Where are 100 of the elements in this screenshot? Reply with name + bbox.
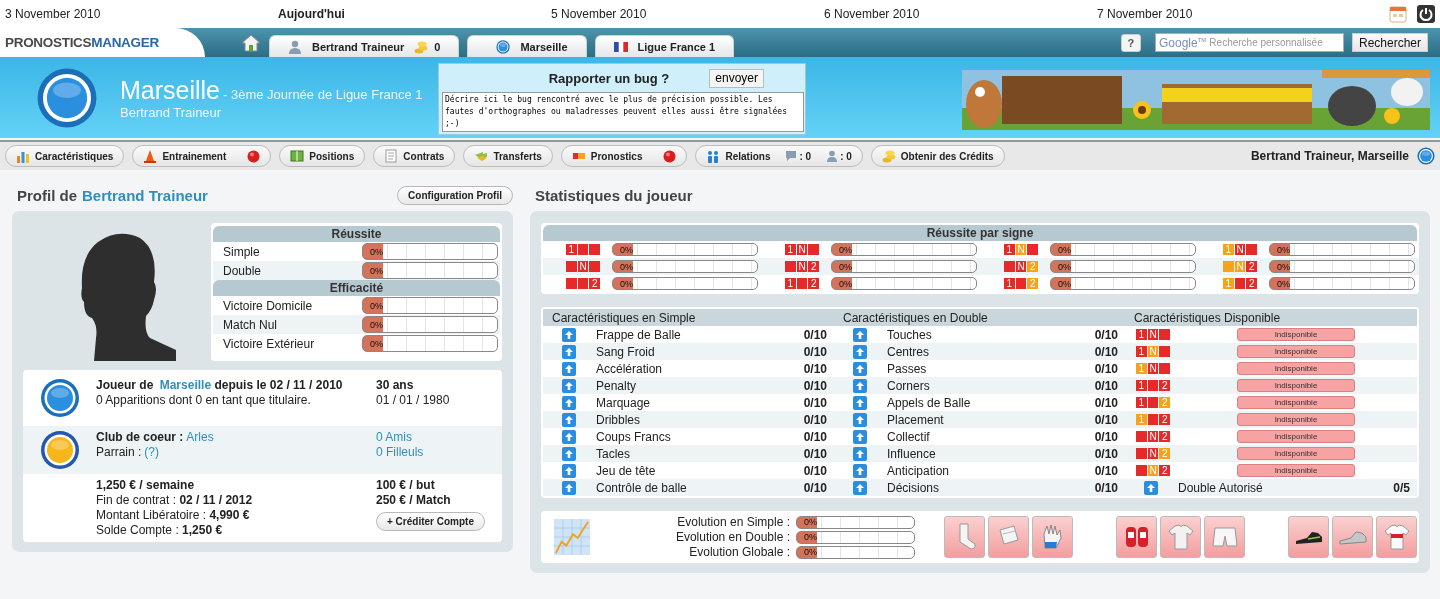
nav-tab[interactable]: Ligue France 1 (594, 35, 735, 57)
sign-cell: 2 (1027, 278, 1038, 289)
arrow-up-icon[interactable] (562, 480, 576, 495)
arrow-up-icon[interactable] (853, 395, 867, 410)
arrow-up-icon[interactable] (562, 463, 576, 478)
arrow-up-icon[interactable] (853, 327, 867, 342)
send-button[interactable]: envoyer (709, 68, 764, 88)
sign-cell: 1 (1223, 278, 1234, 289)
arrow-up-icon[interactable] (853, 361, 867, 376)
arrow-up-icon[interactable] (562, 395, 576, 410)
sign-cell: N (1147, 329, 1159, 340)
characteristic-value: 0/10 (803, 344, 827, 359)
characteristic-name: Touches (887, 327, 933, 342)
field-icon (290, 149, 305, 163)
percent-label: 0% (1277, 245, 1290, 254)
arrow-up-icon[interactable] (1144, 480, 1158, 495)
toolbar-button[interactable]: Entrainement (132, 145, 272, 167)
config-button[interactable]: Configuration Profil (397, 185, 513, 205)
profile-title: Profil de (17, 186, 77, 204)
equipment-slot[interactable] (1288, 516, 1329, 558)
evolution-label: Evolution en Double : (675, 530, 790, 544)
rating-label: Double (223, 263, 262, 278)
bug-report-title: Rapporter un bug ? (548, 70, 670, 86)
sign-cell: N (577, 261, 589, 272)
characteristic-name: Double Autorisé (1178, 480, 1264, 495)
arrow-up-icon[interactable] (562, 429, 576, 444)
nav-tab[interactable]: Bertrand Traineur 0 (269, 35, 460, 57)
characteristic-value: 0/10 (1094, 463, 1118, 478)
equipment-slot[interactable] (1116, 516, 1157, 558)
percent-label: 0% (804, 547, 817, 557)
date-label[interactable]: 5 November 2010 (551, 7, 647, 21)
arrow-up-icon[interactable] (562, 412, 576, 427)
toolbar-button[interactable]: Positions (279, 145, 366, 167)
arrow-up-icon[interactable] (853, 446, 867, 461)
search-button[interactable]: Rechercher (1351, 33, 1428, 52)
toolbar-button[interactable]: Relations : 0 : 0 (695, 145, 863, 167)
search-box[interactable]: Google$^{TM}$ Recherche personnalisée (1154, 33, 1344, 52)
badge-icon (496, 39, 511, 54)
arrow-up-icon[interactable] (853, 378, 867, 393)
characteristic-value: 0/10 (1094, 395, 1118, 410)
calendar-icon[interactable] (1389, 5, 1407, 23)
arrow-up-icon[interactable] (562, 344, 576, 359)
power-icon[interactable] (1417, 5, 1435, 23)
toolbar-button[interactable]: Pronostics (560, 145, 688, 167)
rating-label: Simple (223, 244, 260, 259)
evolution-label: Evolution en Simple : (677, 515, 790, 529)
home-icon[interactable] (241, 32, 261, 53)
percent-label: 0% (804, 517, 817, 527)
equipment-slot[interactable] (1376, 516, 1417, 558)
characteristic-name: Coups Francs (596, 429, 672, 444)
column-header: Caractéristiques Disponible (1125, 309, 1417, 326)
sign-cell: 1 (785, 244, 796, 255)
characteristic-value: 0/10 (1094, 412, 1118, 427)
sign-cell: 2 (1159, 414, 1170, 425)
characteristic-name: Anticipation (887, 463, 951, 478)
characteristic-value: 0/10 (803, 361, 827, 376)
toolbar-button[interactable]: Contrats (373, 145, 456, 167)
arrow-up-icon[interactable] (562, 378, 576, 393)
date-label[interactable]: 3 November 2010 (5, 7, 101, 21)
help-button[interactable]: ? (1120, 33, 1141, 52)
sign-cell: 2 (1159, 380, 1170, 391)
characteristic-name: Tacles (596, 446, 631, 461)
arrow-up-icon[interactable] (853, 412, 867, 427)
characteristic-name: Marquage (596, 395, 652, 410)
arrow-up-icon[interactable] (562, 446, 576, 461)
club-link[interactable]: Marseille (159, 378, 212, 392)
percent-label: 0% (620, 279, 633, 288)
sign-cell: 2 (1246, 261, 1257, 272)
arrow-up-icon[interactable] (853, 480, 867, 495)
credit-button[interactable]: + Créditer Compte (376, 512, 485, 531)
arrow-up-icon[interactable] (853, 463, 867, 478)
user-icon (288, 39, 302, 54)
nav-tab[interactable]: Marseille (467, 35, 587, 57)
arrow-up-icon[interactable] (562, 327, 576, 342)
badge-icon (1417, 147, 1435, 165)
sign-cell: 2 (1159, 397, 1170, 408)
arrow-up-icon[interactable] (562, 361, 576, 376)
arrow-up-icon[interactable] (853, 429, 867, 444)
bonus-text: 100 € / but (376, 478, 436, 493)
evolution-label: Evolution Globale : (689, 545, 790, 559)
percent-label: 0% (370, 247, 383, 256)
toolbar-button[interactable]: Obtenir des Crédits (870, 145, 1005, 167)
characteristic-name: Penalty (596, 378, 638, 393)
date-label[interactable]: Aujourd'hui (278, 7, 345, 21)
date-label[interactable]: 7 November 2010 (1097, 7, 1193, 21)
characteristic-value: 0/10 (803, 378, 827, 393)
user-club-label: Bertrand Traineur, Marseille (1250, 149, 1409, 163)
date-label[interactable]: 6 November 2010 (824, 7, 920, 21)
sign-cell: 2 (1027, 261, 1038, 272)
toolbar-button[interactable]: Caractéristiques (5, 145, 125, 167)
bug-description-field[interactable]: Décrire ici le bug rencontré avec le plus de précision possible. Les fautes d'orthographes ou maladresses peuvent elles aussi être signalées ;-) (442, 92, 804, 132)
percent-label: 0% (1058, 245, 1071, 254)
toolbar-button[interactable]: Transferts (463, 145, 553, 167)
arrow-up-icon[interactable] (853, 344, 867, 359)
bar-chart-icon (16, 149, 30, 163)
status-badge: Indisponible (1237, 345, 1355, 358)
percent-label: 0% (1058, 262, 1071, 271)
salary-text: 1,250 € / semaine (96, 478, 196, 493)
sign-cell: 1 (1136, 397, 1147, 408)
characteristic-name: Accélération (596, 361, 664, 376)
